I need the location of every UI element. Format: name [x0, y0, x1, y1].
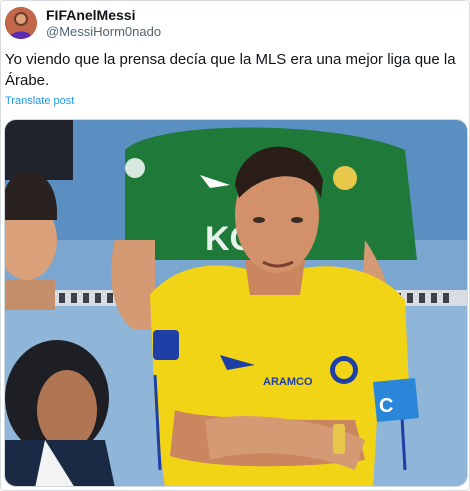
author-names: FIFAnelMessi @MessiHorm0nado [46, 7, 161, 40]
author-display-name[interactable]: FIFAnelMessi [46, 7, 161, 23]
author-handle[interactable]: @MessiHorm0nado [46, 24, 161, 40]
post-image[interactable]: KO C ARAMCO [4, 119, 468, 487]
armband-text: C [379, 395, 393, 417]
avatar[interactable] [5, 7, 37, 39]
post-header: FIFAnelMessi @MessiHorm0nado [5, 6, 161, 40]
post-card[interactable]: FIFAnelMessi @MessiHorm0nado Yo viendo q… [0, 0, 470, 491]
post-text: Yo viendo que la prensa decía que la MLS… [5, 51, 456, 89]
avatar-photo-icon [5, 7, 37, 39]
jersey-sponsor-text: ARAMCO [263, 376, 313, 388]
translate-post-link[interactable]: Translate post [5, 95, 74, 107]
photo-icon: KO C ARAMCO [5, 120, 467, 486]
